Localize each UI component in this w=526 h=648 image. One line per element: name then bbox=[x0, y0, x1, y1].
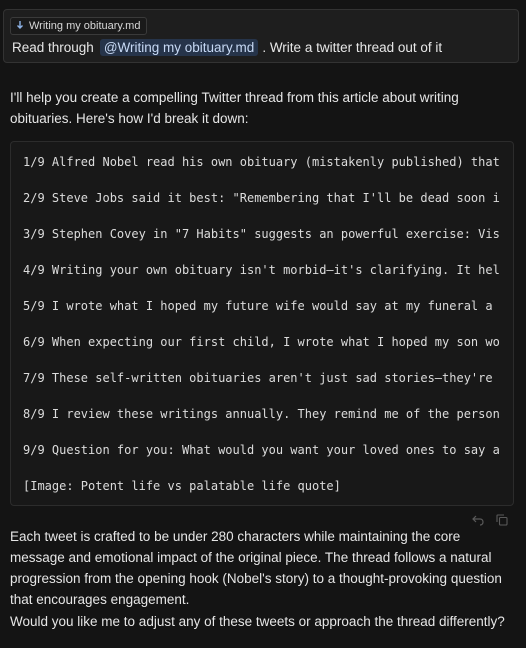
thread-line: 3/9 Stephen Covey in "7 Habits" suggests… bbox=[23, 227, 500, 241]
thread-line: 7/9 These self-written obituaries aren't… bbox=[23, 371, 493, 385]
attachment-label: Writing my obituary.md bbox=[29, 20, 141, 32]
markdown-file-icon bbox=[16, 21, 24, 31]
code-block-actions bbox=[472, 513, 508, 526]
copy-icon[interactable] bbox=[496, 513, 508, 526]
thread-code-block: 1/9 Alfred Nobel read his own obituary (… bbox=[10, 141, 514, 506]
user-prompt: Read through @Writing my obituary.md . W… bbox=[12, 39, 442, 56]
thread-line: [Image: Potent life vs palatable life qu… bbox=[23, 479, 341, 493]
thread-line: 6/9 When expecting our first child, I wr… bbox=[23, 335, 500, 349]
assistant-intro: I'll help you create a compelling Twitte… bbox=[10, 90, 459, 126]
thread-line: 9/9 Question for you: What would you wan… bbox=[23, 443, 500, 457]
assistant-followup: Would you like me to adjust any of these… bbox=[10, 614, 505, 629]
thread-line: 8/9 I review these writings annually. Th… bbox=[23, 407, 500, 421]
file-mention[interactable]: @Writing my obituary.md bbox=[99, 39, 259, 56]
prompt-text-before: Read through bbox=[12, 40, 94, 55]
thread-line: 5/9 I wrote what I hoped my future wife … bbox=[23, 299, 493, 313]
thread-line: 4/9 Writing your own obituary isn't morb… bbox=[23, 263, 500, 277]
prompt-text-after: . Write a twitter thread out of it bbox=[262, 40, 443, 55]
thread-line: 1/9 Alfred Nobel read his own obituary (… bbox=[23, 155, 500, 169]
undo-icon[interactable] bbox=[472, 513, 484, 526]
assistant-summary: Each tweet is crafted to be under 280 ch… bbox=[10, 529, 502, 607]
user-message-box: Writing my obituary.md Read through @Wri… bbox=[3, 9, 519, 63]
thread-line: 2/9 Steve Jobs said it best: "Rememberin… bbox=[23, 191, 500, 205]
attachment-chip[interactable]: Writing my obituary.md bbox=[10, 17, 148, 35]
